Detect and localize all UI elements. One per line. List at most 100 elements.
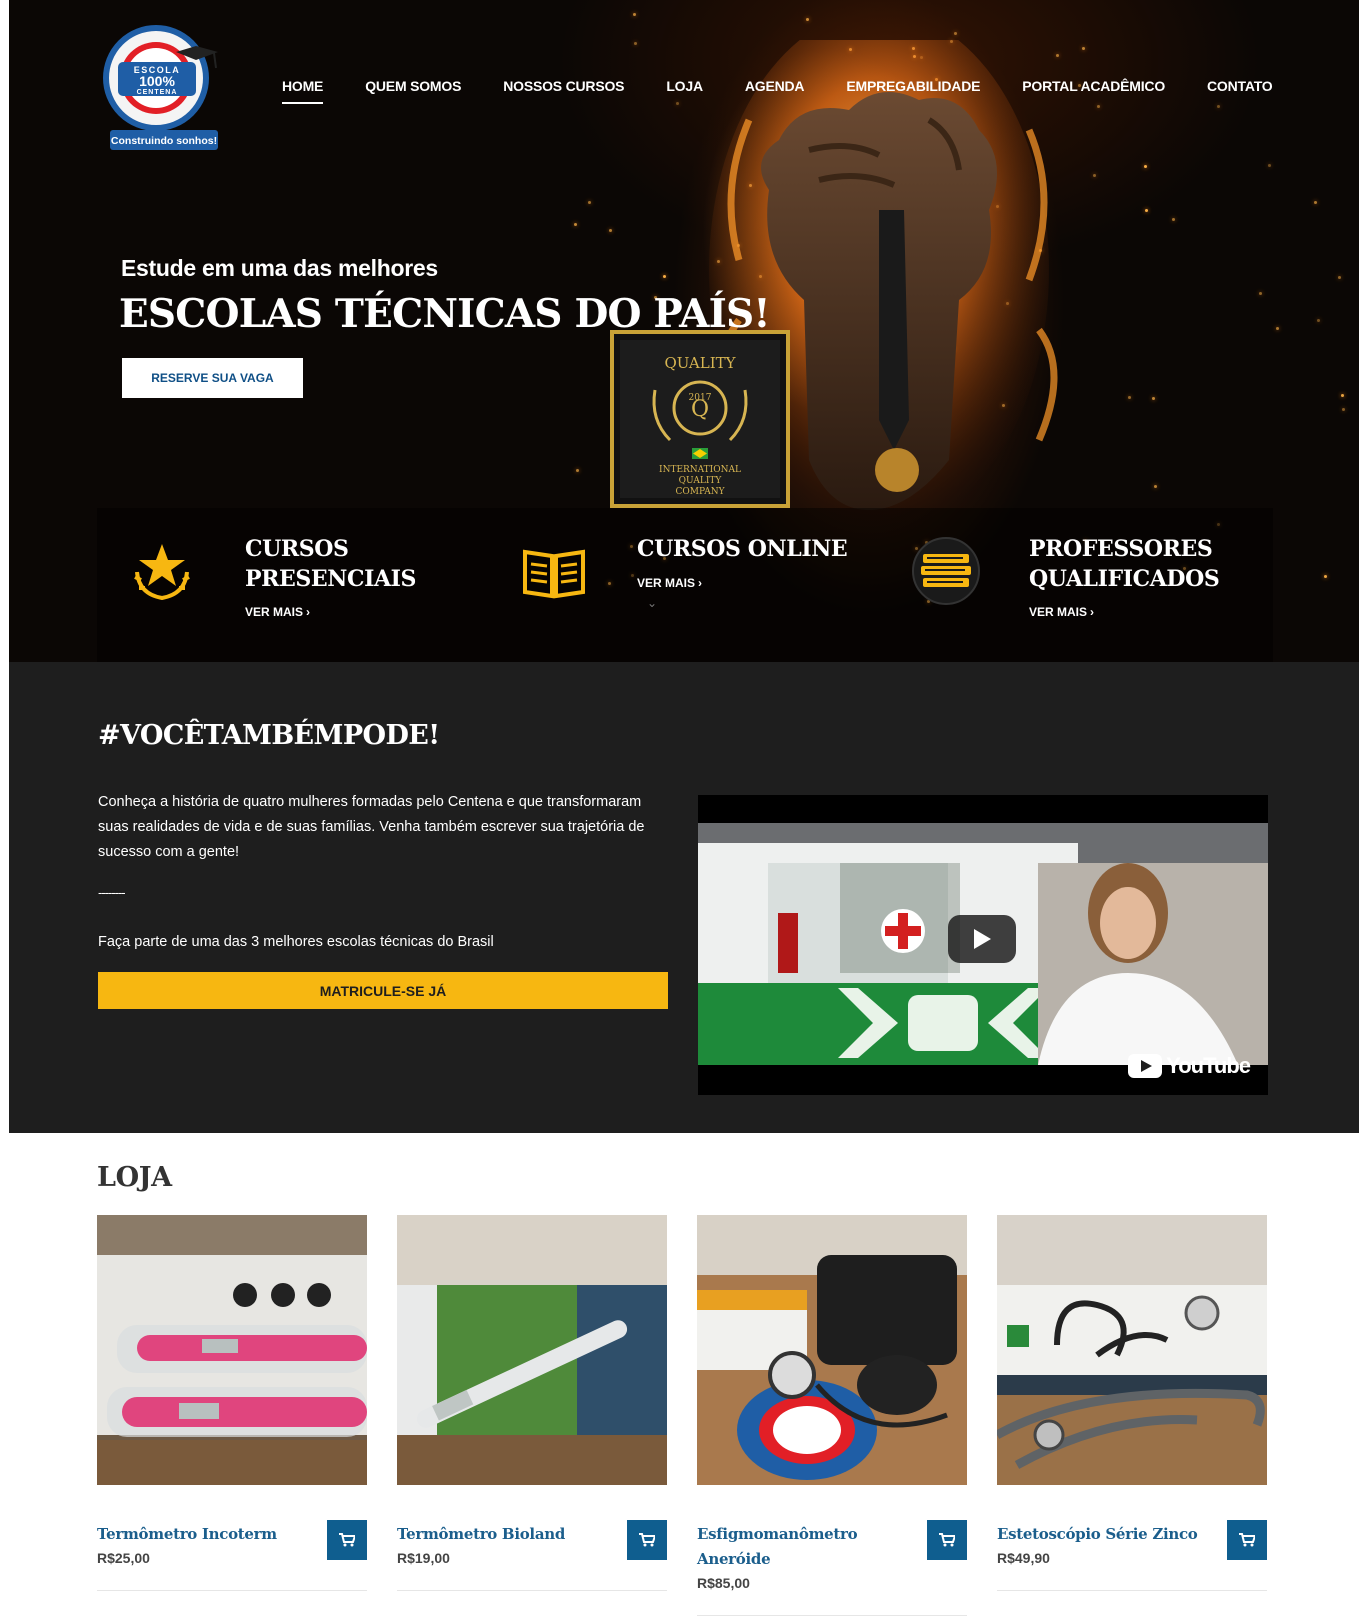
cart-icon	[939, 1533, 955, 1547]
nav-item-loja[interactable]: LOJA	[666, 78, 703, 104]
ver-mais-link[interactable]: VER MAIS ›	[245, 605, 310, 619]
spark-particle	[574, 223, 578, 227]
spark-particle	[663, 275, 667, 279]
spark-particle	[1093, 174, 1097, 178]
add-to-cart-button[interactable]	[1227, 1520, 1267, 1560]
ver-mais-label: VER MAIS	[637, 576, 696, 590]
product-image-esfigmomanometro[interactable]	[697, 1215, 967, 1485]
youtube-video-player[interactable]: YouTube	[698, 795, 1268, 1095]
spark-particle	[1144, 165, 1148, 169]
cart-icon	[339, 1533, 355, 1547]
product-price: R$19,00	[397, 1550, 450, 1566]
spark-particle	[1324, 574, 1328, 578]
spark-particle	[1258, 291, 1262, 295]
product-image-termometro-incoterm[interactable]	[97, 1215, 367, 1485]
nav-item-nossos-cursos[interactable]: NOSSOS CURSOS	[503, 78, 624, 104]
add-to-cart-button[interactable]	[627, 1520, 667, 1560]
shop-title: LOJA	[97, 1162, 172, 1193]
spark-particle	[1216, 104, 1220, 108]
ver-mais-label: VER MAIS	[245, 605, 304, 619]
feature-title-line: CURSOS	[245, 536, 349, 562]
hero-title: ESCOLAS TÉCNICAS DO PAÍS!	[119, 291, 771, 337]
cart-icon	[1239, 1533, 1255, 1547]
hero-section: QUALITY Q 2017 INTERNATIONAL QUALITY COM…	[9, 0, 1359, 662]
escola-centena-logo[interactable]: ESCOLA 100% CENTENA Construindo sonhos!	[96, 24, 231, 152]
nav-item-agenda[interactable]: AGENDA	[745, 78, 805, 104]
spark-particle	[1268, 163, 1272, 167]
spark-particle	[1341, 393, 1345, 397]
spark-particle	[1341, 408, 1345, 412]
spark-particle	[1314, 201, 1318, 205]
nav-item-empregabilidade[interactable]: EMPREGABILIDADE	[846, 78, 980, 104]
nav-item-home[interactable]: HOME	[282, 78, 323, 104]
ver-mais-link[interactable]: VER MAIS ›	[637, 576, 702, 590]
product-name-link[interactable]: Estetoscópio Série Zinco	[997, 1522, 1222, 1547]
product-divider	[397, 1590, 667, 1591]
spark-particle	[1337, 276, 1341, 280]
svg-text:QUALITY: QUALITY	[679, 476, 723, 486]
svg-text:INTERNATIONAL: INTERNATIONAL	[659, 465, 741, 475]
nav-item-quem-somos[interactable]: QUEM SOMOS	[365, 78, 461, 104]
youtube-icon	[1128, 1054, 1163, 1078]
add-to-cart-button[interactable]	[327, 1520, 367, 1560]
feature-title: CURSOS ONLINE	[637, 534, 848, 564]
spark-particle	[1317, 318, 1321, 322]
product-image-estetoscopio[interactable]	[997, 1215, 1267, 1485]
product-price: R$49,90	[997, 1550, 1050, 1566]
svg-text:QUALITY: QUALITY	[664, 354, 736, 372]
spark-particle	[633, 42, 637, 46]
feature-professores-qualificados: PROFESSORES QUALIFICADOS VER MAIS ›	[881, 508, 1273, 662]
spark-particle	[954, 32, 958, 36]
product-card: Termômetro Incoterm R$25,00	[97, 1215, 367, 1591]
reserve-sua-vaga-button[interactable]: RESERVE SUA VAGA	[122, 358, 303, 398]
chevron-down-icon[interactable]: ⌄	[647, 596, 657, 610]
play-button[interactable]	[948, 915, 1016, 963]
product-image-termometro-bioland[interactable]	[397, 1215, 667, 1485]
spark-particle	[1081, 47, 1085, 51]
product-name-link[interactable]: Esfigmomanômetro Aneróide	[697, 1522, 922, 1572]
video-section: #VOCÊTAMBÉMPODE! Conheça a história de q…	[9, 662, 1359, 1133]
chevron-right-icon: ›	[306, 605, 311, 619]
spark-particle	[806, 18, 810, 22]
feature-strip: CURSOS PRESENCIAIS VER MAIS › CURSOS ONLI…	[97, 508, 1273, 662]
product-divider	[697, 1615, 967, 1616]
matricule-se-button[interactable]: MATRICULE-SE JÁ	[98, 972, 668, 1009]
feature-title: CURSOS PRESENCIAIS	[245, 534, 416, 594]
spark-particle	[1151, 396, 1155, 400]
section-hashtag-title: #VOCÊTAMBÉMPODE!	[98, 720, 440, 751]
cta-text: Faça parte de uma das 3 melhores escolas…	[98, 934, 494, 950]
spark-particle	[1096, 104, 1100, 108]
quality-award-badge: QUALITY Q 2017 INTERNATIONAL QUALITY COM…	[610, 330, 790, 508]
spark-particle	[1171, 218, 1175, 222]
spark-particle	[1128, 396, 1132, 400]
star-laurel-icon	[134, 544, 190, 601]
product-divider	[97, 1590, 367, 1591]
youtube-logo[interactable]: YouTube	[1128, 1053, 1251, 1079]
nav-item-contato[interactable]: CONTATO	[1207, 78, 1273, 104]
books-stack-icon	[912, 537, 980, 605]
cart-icon	[639, 1533, 655, 1547]
product-price: R$25,00	[97, 1550, 150, 1566]
spark-particle	[609, 228, 613, 232]
add-to-cart-button[interactable]	[927, 1520, 967, 1560]
feature-title-line: PRESENCIAIS	[245, 566, 417, 592]
spark-particle	[1154, 485, 1158, 489]
chevron-right-icon: ›	[698, 576, 703, 590]
svg-text:100%: 100%	[139, 73, 175, 89]
ver-mais-link[interactable]: VER MAIS ›	[1029, 605, 1094, 619]
product-divider	[997, 1590, 1267, 1591]
svg-text:2017: 2017	[689, 393, 712, 403]
product-price: R$85,00	[697, 1575, 750, 1591]
divider-dashes: --------	[98, 885, 126, 900]
nav-item-portal-academico[interactable]: PORTAL ACADÊMICO	[1022, 78, 1165, 104]
ver-mais-label: VER MAIS	[1029, 605, 1088, 619]
svg-text:CENTENA: CENTENA	[137, 89, 178, 96]
intro-paragraph: Conheça a história de quatro mulheres fo…	[98, 794, 645, 860]
spark-particle	[632, 13, 636, 17]
product-name-link[interactable]: Termômetro Bioland	[397, 1522, 622, 1547]
spark-particle	[575, 468, 579, 472]
spark-particle	[587, 200, 591, 204]
main-navigation: HOME QUEM SOMOS NOSSOS CURSOS LOJA AGEND…	[282, 78, 1315, 104]
feature-cursos-presenciais: CURSOS PRESENCIAIS VER MAIS ›	[97, 508, 489, 662]
product-name-link[interactable]: Termômetro Incoterm	[97, 1522, 322, 1547]
